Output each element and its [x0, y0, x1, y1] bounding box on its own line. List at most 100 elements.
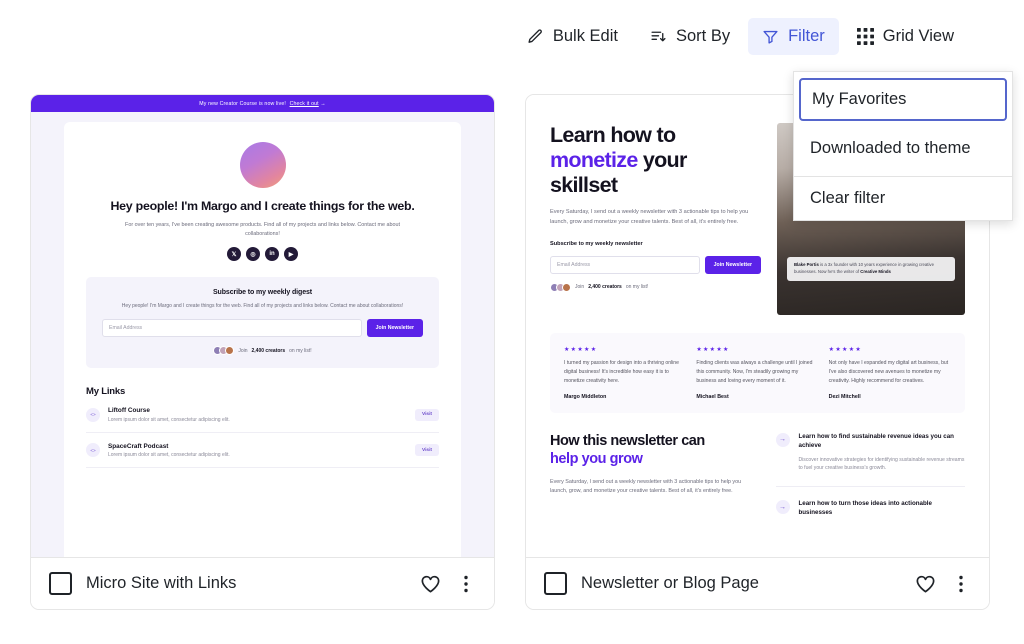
site-body: Hey people! I'm Margo and I create thing… [31, 112, 494, 557]
pencil-icon [527, 28, 544, 45]
sort-by-label: Sort By [675, 26, 731, 45]
link-icon: <> [86, 443, 100, 458]
creators-count: 2,400 creators [588, 284, 622, 291]
avatar [225, 346, 235, 356]
newsletter-intro: Every Saturday, I send out a weekly news… [550, 209, 749, 226]
grid-view-button[interactable]: Grid View [843, 18, 968, 55]
bulk-edit-button[interactable]: Bulk Edit [513, 18, 632, 55]
youtube-icon[interactable]: ▶ [284, 247, 298, 262]
grow-heading-accent: help you grow [550, 450, 643, 467]
testimonial-card: ★★★★★ I turned my passion for design int… [564, 346, 686, 400]
list-item[interactable]: <> Liftoff Course Lorem ipsum dolor sit … [86, 397, 439, 433]
visit-button[interactable]: Visit [414, 408, 439, 421]
arrow-right-icon: → [775, 500, 790, 514]
photo-caption: Blake Portis is a 3x founder with 10 yea… [787, 257, 955, 281]
menu-item-my-favorites[interactable]: My Favorites [799, 78, 1007, 121]
banner-link[interactable]: Check it out [290, 101, 319, 107]
linkedin-icon[interactable]: in [265, 247, 279, 262]
testimonial-text: Finding clients was always a challenge u… [696, 360, 813, 384]
creators-prefix: Join [575, 284, 585, 291]
menu-item-downloaded-label: Downloaded to theme [810, 139, 971, 157]
testimonial-author: Michael Best [696, 393, 729, 400]
template-card-micro-site[interactable]: My new Creator Course is now live! Check… [30, 94, 495, 610]
card-footer: Newsletter or Blog Page [526, 557, 989, 609]
digest-signup-block: Subscribe to my weekly digest Hey people… [86, 277, 439, 369]
avatar [562, 282, 571, 292]
photo-caption-brand: Creative Minds [860, 269, 891, 275]
creators-suffix: on my list! [625, 284, 649, 291]
heading-line-1: Learn how to [550, 123, 676, 147]
subscribe-label: Subscribe to my weekly newsletter [550, 240, 643, 247]
creator-avatars [213, 346, 235, 356]
creator-avatars [550, 282, 571, 292]
card-select-checkbox[interactable] [544, 572, 567, 595]
digest-email-input[interactable]: Email Address [102, 319, 362, 338]
banner-text: My new Creator Course is now live! [199, 100, 286, 107]
heart-icon[interactable] [914, 572, 937, 595]
menu-item-clear-filter-label: Clear filter [810, 189, 886, 207]
card-title: Newsletter or Blog Page [581, 574, 759, 592]
creators-count: 2,400 creators [251, 347, 286, 354]
digest-heading: Subscribe to my weekly digest [212, 289, 313, 297]
digest-social-proof: Join 2,400 creators on my list! [102, 346, 423, 356]
site-sheet: Hey people! I'm Margo and I create thing… [64, 122, 461, 557]
avatar [239, 142, 286, 188]
newsletter-email-input[interactable]: Email Address [550, 255, 700, 274]
banner-arrow-icon: → [320, 100, 326, 107]
link-title: SpaceCraft Podcast [108, 442, 169, 450]
card-title: Micro Site with Links [86, 574, 237, 592]
grow-section: How this newsletter can help you grow Ev… [550, 432, 966, 531]
newsletter-join-button[interactable]: Join Newsletter [704, 255, 761, 274]
list-item: → Learn how to find sustainable revenue … [775, 432, 966, 486]
instagram-icon[interactable]: ◎ [246, 247, 260, 262]
filter-button[interactable]: Filter [748, 17, 839, 55]
testimonials-section: ★★★★★ I turned my passion for design int… [550, 333, 965, 413]
sort-by-button[interactable]: Sort By [636, 18, 744, 55]
menu-item-my-favorites-label: My Favorites [812, 90, 907, 108]
creators-suffix: on my list! [289, 347, 312, 354]
heart-icon[interactable] [419, 572, 442, 595]
link-icon: <> [86, 407, 100, 422]
grid-view-label: Grid View [882, 26, 954, 45]
star-rating-icon: ★★★★★ [828, 347, 863, 353]
more-vertical-icon[interactable] [456, 573, 476, 595]
card-footer: Micro Site with Links [31, 557, 494, 609]
testimonial-author: Dezi Mitchell [828, 393, 861, 400]
menu-item-downloaded-to-theme[interactable]: Downloaded to theme [794, 127, 1012, 170]
digest-join-button[interactable]: Join Newsletter [366, 319, 423, 338]
testimonial-text: Not only have I expanded my digital art … [828, 360, 949, 384]
funnel-icon [762, 28, 779, 45]
grow-text: Every Saturday, I send out a weekly news… [550, 478, 742, 495]
grow-item-title: Learn how to turn those ideas into actio… [798, 500, 932, 516]
link-desc: Lorem ipsum dolor sit amet, consectetur … [108, 452, 230, 459]
site-announcement-banner: My new Creator Course is now live! Check… [31, 95, 494, 112]
newsletter-social-proof: Join 2,400 creators on my list! [550, 282, 761, 292]
grow-heading: How this newsletter can help you grow [550, 433, 758, 469]
visit-button[interactable]: Visit [414, 444, 439, 457]
heading-line-2-rest: your [637, 148, 688, 173]
star-rating-icon: ★★★★★ [696, 347, 730, 353]
grow-item-desc: Discover innovative strategies for ident… [798, 456, 965, 472]
site-subtext: For over ten years, I've been creating a… [125, 222, 400, 237]
list-item: → Learn how to turn those ideas into act… [775, 486, 965, 531]
more-vertical-icon[interactable] [951, 573, 971, 595]
testimonial-card: ★★★★★ Finding clients was always a chall… [696, 346, 818, 400]
heading-line-3: skillset [550, 173, 618, 198]
sort-descending-icon [650, 28, 667, 45]
arrow-right-icon: → [775, 432, 790, 447]
filter-label: Filter [788, 26, 825, 45]
card-select-checkbox[interactable] [49, 572, 72, 595]
link-desc: Lorem ipsum dolor sit amet, consectetur … [108, 416, 230, 423]
digest-text: Hey people! I'm Margo and I create thing… [121, 303, 404, 310]
heading-accent-word: monetize [550, 148, 638, 173]
top-toolbar: Bulk Edit Sort By Filter Grid View [0, 0, 1024, 72]
testimonial-author: Margo Middleton [564, 393, 607, 400]
site-heading: Hey people! I'm Margo and I create thing… [110, 199, 415, 213]
testimonial-text: I turned my passion for design into a th… [564, 360, 679, 384]
menu-item-clear-filter[interactable]: Clear filter [794, 177, 1012, 220]
x-icon[interactable]: 𝕏 [227, 247, 241, 262]
my-links-heading: My Links [86, 386, 126, 398]
list-item[interactable]: <> SpaceCraft Podcast Lorem ipsum dolor … [86, 433, 439, 469]
social-links-row: 𝕏 ◎ in ▶ [86, 247, 439, 262]
link-title: Liftoff Course [108, 407, 150, 415]
